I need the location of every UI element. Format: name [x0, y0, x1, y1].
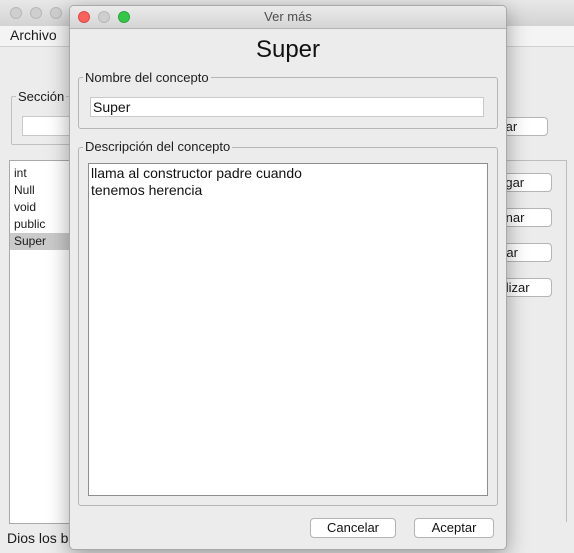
description-line: llama al constructor padre cuando [91, 165, 302, 181]
concept-heading: Super [255, 36, 321, 63]
parent-zoom-icon[interactable] [50, 7, 62, 19]
name-group-label: Nombre del concepto [83, 70, 211, 85]
concept-name-field[interactable] [90, 97, 484, 117]
description-group-label: Descripción del concepto [83, 139, 233, 154]
right-panel-border [566, 160, 567, 522]
cancel-button[interactable]: Cancelar [310, 518, 396, 538]
seccion-label: Sección [16, 89, 67, 104]
dialog-title: Ver más [264, 9, 312, 24]
description-line: tenemos herencia [91, 182, 203, 198]
status-text: Dios los b [7, 530, 69, 546]
accept-button[interactable]: Aceptar [414, 518, 494, 538]
parent-close-icon[interactable] [10, 7, 22, 19]
dialog-titlebar: Ver más [70, 6, 506, 29]
parent-minimize-icon[interactable] [30, 7, 42, 19]
menu-archivo[interactable]: Archivo [10, 27, 57, 43]
concept-description-textarea[interactable]: llama al constructor padre cuando tenemo… [88, 163, 488, 496]
ver-mas-dialog: Ver más Super Nombre del concepto Descri… [69, 5, 507, 550]
